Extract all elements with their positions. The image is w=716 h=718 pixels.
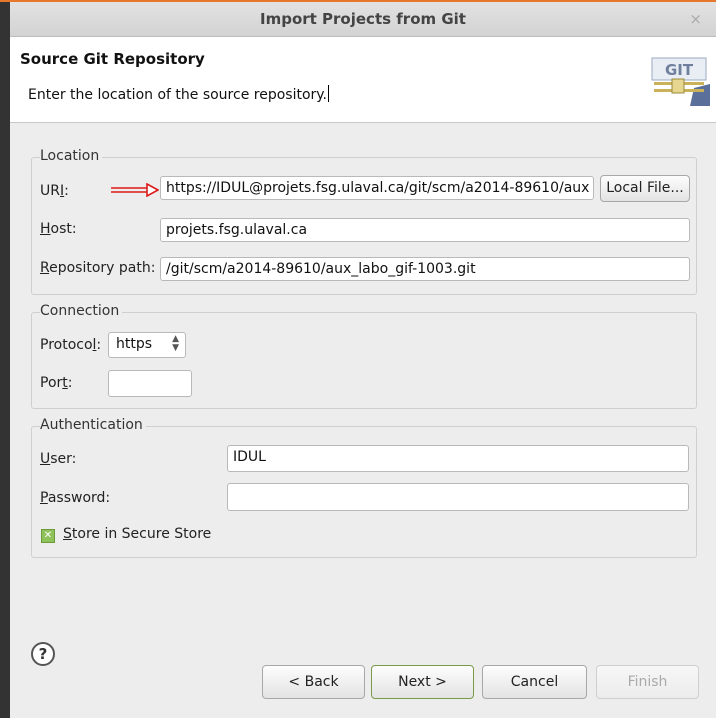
password-input[interactable] — [227, 483, 689, 511]
red-arrow-annotation — [111, 183, 159, 197]
window-left-edge — [0, 2, 10, 718]
text-caret — [328, 85, 330, 102]
wizard-header: Source Git Repository Enter the location… — [10, 37, 716, 123]
dialog-title: Import Projects from Git — [260, 10, 466, 28]
git-repository-icon: GIT — [650, 54, 710, 106]
store-secure-checkbox[interactable]: ✕ — [41, 529, 55, 543]
local-file-button[interactable]: Local File... — [600, 175, 690, 202]
git-icon-text: GIT — [665, 61, 694, 79]
authentication-group-label: Authentication — [40, 417, 146, 433]
page-title: Source Git Repository — [20, 50, 205, 68]
help-icon[interactable]: ? — [31, 642, 55, 666]
back-button[interactable]: < Back — [262, 665, 365, 699]
repository-path-label: Repository path: — [40, 260, 156, 276]
password-label: Password: — [40, 490, 111, 506]
host-input[interactable]: projets.fsg.ulaval.ca — [160, 218, 690, 242]
dialog-titlebar: Import Projects from Git × — [10, 2, 716, 37]
page-description: Enter the location of the source reposit… — [28, 85, 330, 103]
spinner-arrows-icon: ▲ ▼ — [172, 334, 179, 353]
cancel-button[interactable]: Cancel — [482, 665, 587, 699]
user-label: User: — [40, 451, 77, 467]
protocol-select[interactable]: https ▲ ▼ — [108, 332, 186, 358]
protocol-value: https — [116, 336, 153, 352]
location-group-label: Location — [40, 148, 103, 164]
host-label: Host: — [40, 221, 77, 237]
store-secure-label[interactable]: Store in Secure Store — [63, 526, 211, 542]
uri-label: URI: — [40, 183, 69, 199]
repository-path-input[interactable]: /git/scm/a2014-89610/aux_labo_gif-1003.g… — [160, 257, 690, 281]
close-icon[interactable]: × — [689, 10, 702, 28]
finish-button: Finish — [596, 665, 699, 699]
user-input[interactable]: IDUL — [227, 445, 689, 472]
next-button[interactable]: Next > — [371, 665, 474, 699]
protocol-label: Protocol: — [40, 337, 102, 353]
port-input[interactable] — [108, 370, 192, 397]
uri-input[interactable]: https://IDUL@projets.fsg.ulaval.ca/git/s… — [160, 176, 594, 200]
connection-group-label: Connection — [40, 303, 123, 319]
port-label: Port: — [40, 375, 73, 391]
